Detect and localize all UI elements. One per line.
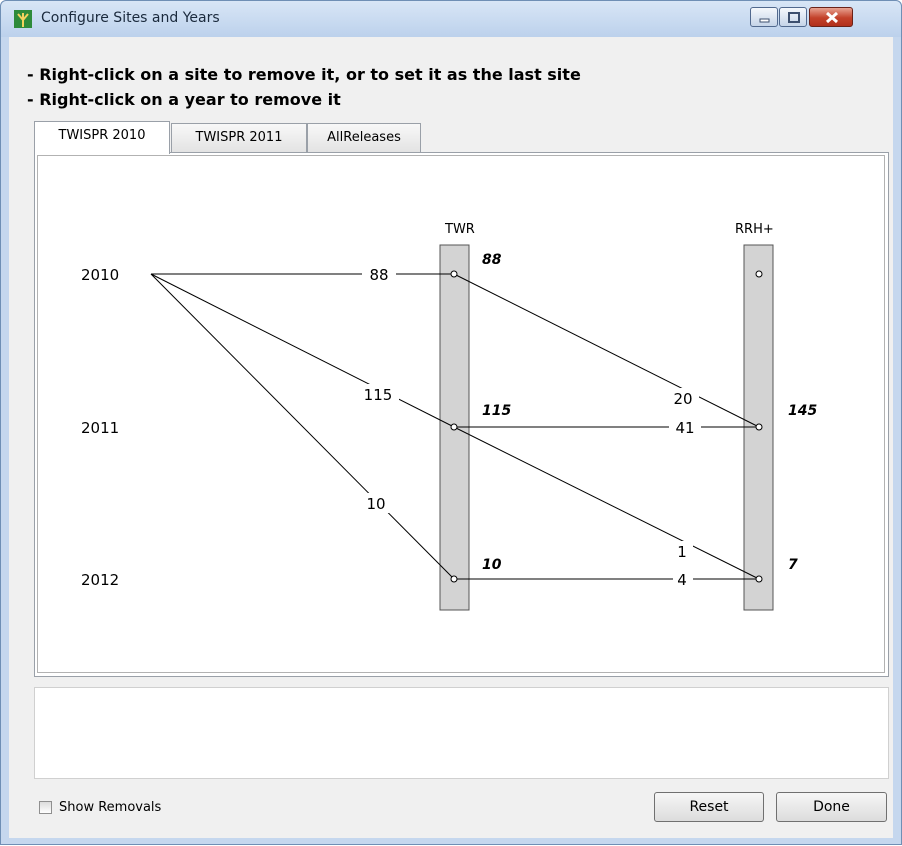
site-label-twr[interactable]: TWR [444, 222, 475, 237]
site-total-rrh-2012: 7 [788, 557, 798, 573]
dialog-window: Configure Sites and Years - Right-click … [0, 0, 902, 845]
edge-2010-twr-2012 [150, 273, 455, 580]
node-twr-2012 [450, 575, 458, 583]
site-total-twr-2010: 88 [482, 252, 502, 268]
show-removals-label[interactable]: Show Removals [59, 800, 161, 815]
site-total-twr-2011: 115 [482, 403, 511, 419]
node-rrh-2011 [755, 423, 763, 431]
edge-2010-twr-2011 [150, 273, 455, 428]
edge-count-label: 4 [677, 571, 687, 589]
edge-count-label: 88 [369, 266, 388, 284]
tab-twispr-2010[interactable]: TWISPR 2010 [34, 121, 170, 154]
node-rrh-2012 [755, 575, 763, 583]
year-label-2010[interactable]: 2010 [81, 266, 119, 284]
edge-count-label: 20 [673, 390, 692, 408]
message-area [34, 687, 889, 779]
site-total-twr-2012: 10 [482, 557, 502, 573]
reset-button[interactable]: Reset [654, 792, 764, 822]
edge-count-label: 41 [675, 419, 694, 437]
node-twr-2011 [450, 423, 458, 431]
edge-count-label: 10 [366, 495, 385, 513]
year-label-2011[interactable]: 2011 [81, 419, 119, 437]
done-button[interactable]: Done [776, 792, 887, 822]
node-twr-2010 [450, 270, 458, 278]
year-label-2012[interactable]: 2012 [81, 571, 119, 589]
site-label-rrh[interactable]: RRH+ [735, 222, 774, 237]
edge-count-label: 115 [364, 386, 393, 404]
show-removals-checkbox[interactable] [39, 801, 52, 814]
edge-count-label: 1 [677, 543, 687, 561]
site-total-rrh-2011: 145 [788, 403, 817, 419]
node-rrh-2010 [755, 270, 763, 278]
